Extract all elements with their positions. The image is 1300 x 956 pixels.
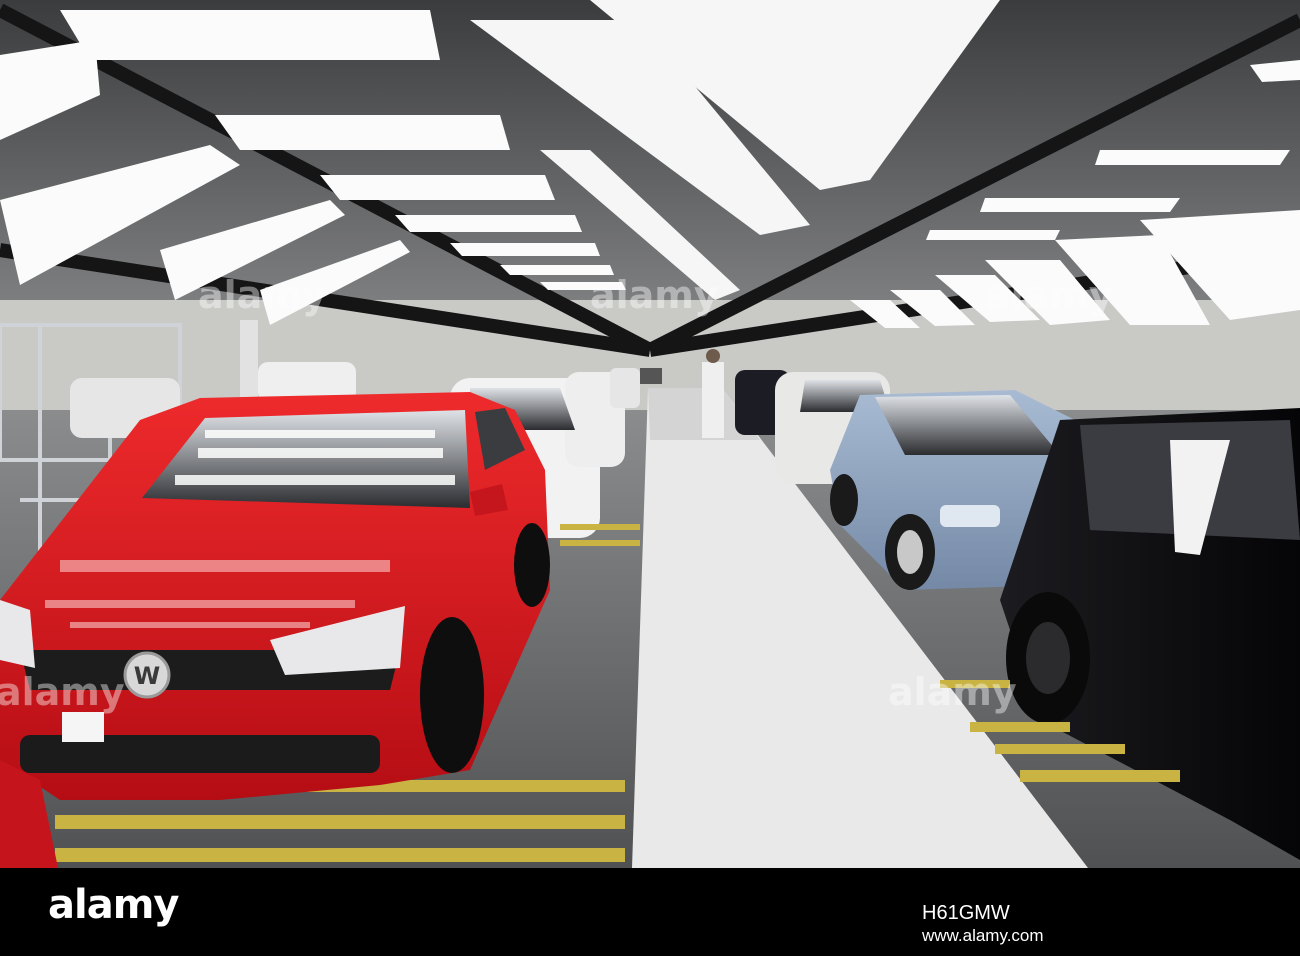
stock-logo: alamy xyxy=(48,882,179,928)
watermark-text: alamy xyxy=(198,273,327,317)
stock-url: www.alamy.com xyxy=(922,926,1044,945)
watermark-text: alamy xyxy=(0,670,125,714)
photo-stage: W alamy alamy alamy alamy alamy alamy H6… xyxy=(0,0,1300,956)
image-id: H61GMW xyxy=(922,902,1010,924)
factory-hall-photo: W alamy alamy alamy alamy alamy xyxy=(0,0,1300,868)
watermark-text: alamy xyxy=(590,273,719,317)
watermark-text: alamy xyxy=(888,670,1017,714)
stock-footer-bar: alamy H61GMW www.alamy.com xyxy=(0,868,1300,956)
watermark-text: alamy xyxy=(985,273,1114,317)
svg-text:W: W xyxy=(134,662,160,690)
